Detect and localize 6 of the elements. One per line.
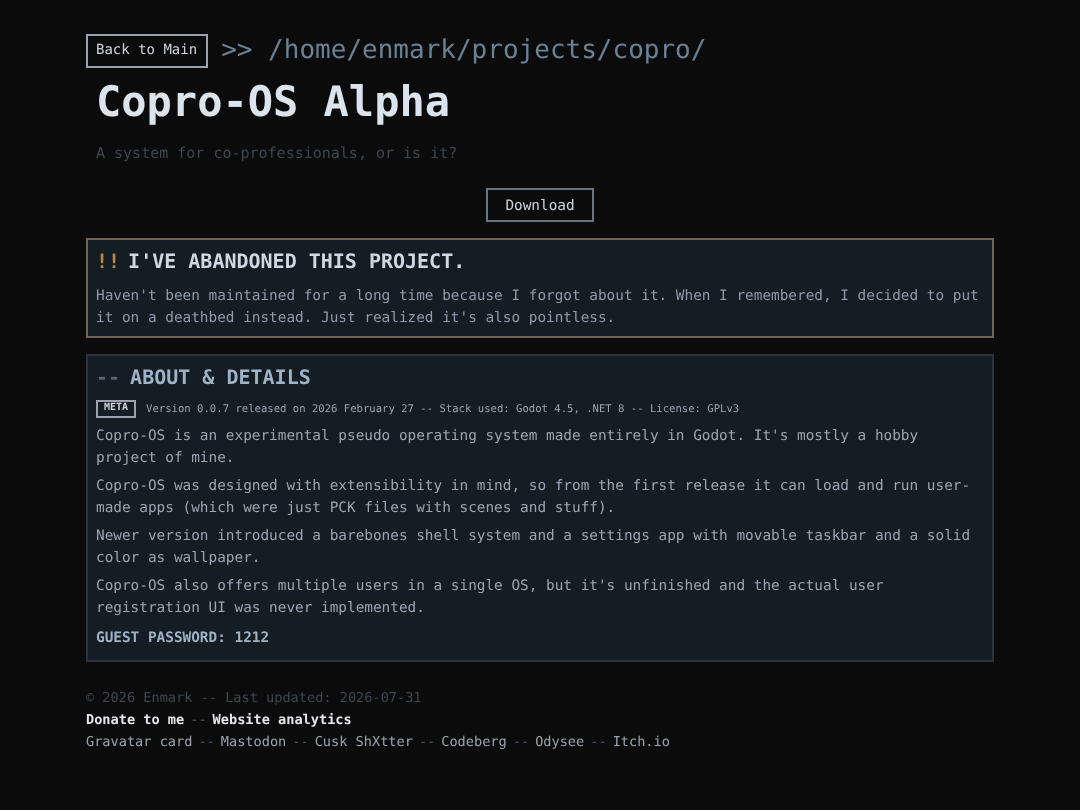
page-title: Copro-OS Alpha bbox=[96, 78, 453, 126]
section-title: ABOUT & DETAILS bbox=[130, 366, 311, 395]
section-marker: -- bbox=[96, 366, 121, 395]
path-text: >> /home/enmark/projects/copro/ bbox=[221, 37, 707, 65]
notice-title: I'VE ABANDONED THIS PROJECT. bbox=[128, 250, 466, 279]
notice-marker: !! bbox=[96, 250, 121, 279]
